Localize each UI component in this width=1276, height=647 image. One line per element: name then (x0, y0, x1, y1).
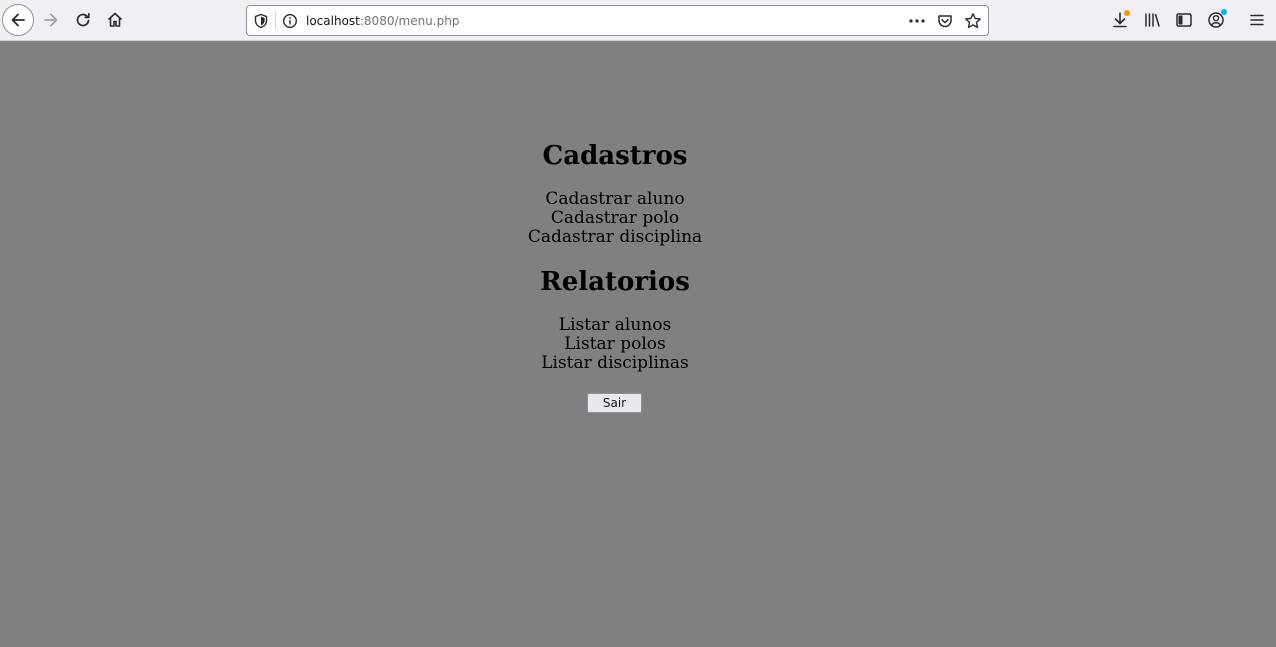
url-separator (275, 12, 276, 30)
back-button[interactable] (2, 4, 34, 36)
link-cadastrar-polo[interactable]: Cadastrar polo (0, 209, 1230, 228)
cadastros-heading: Cadastros (542, 141, 688, 171)
hamburger-menu-icon (1250, 14, 1264, 26)
home-button[interactable] (100, 5, 130, 35)
link-listar-polos[interactable]: Listar polos (0, 335, 1230, 354)
pocket-button[interactable] (936, 12, 954, 30)
browser-toolbar: localhost:8080/menu.php (0, 0, 1276, 41)
page-content: Cadastros Cadastrar aluno Cadastrar polo… (0, 41, 1276, 647)
link-cadastrar-disciplina[interactable]: Cadastrar disciplina (0, 228, 1230, 247)
sidebar-icon (1176, 13, 1192, 27)
downloads-button[interactable] (1108, 8, 1132, 32)
reload-icon (76, 12, 90, 27)
more-dots-icon (909, 19, 925, 23)
info-icon (282, 13, 298, 29)
site-info-button[interactable] (281, 12, 299, 30)
url-host: localhost (306, 14, 360, 28)
forward-button[interactable] (36, 5, 66, 35)
tracking-protection-button[interactable] (252, 12, 270, 30)
bookmark-star-icon (965, 13, 981, 29)
url-text[interactable]: localhost:8080/menu.php (306, 13, 459, 29)
url-bar[interactable]: localhost:8080/menu.php (246, 5, 989, 36)
account-button[interactable] (1204, 8, 1228, 32)
link-listar-disciplinas[interactable]: Listar disciplinas (0, 354, 1230, 373)
home-icon (107, 12, 123, 27)
page-actions-button[interactable] (908, 12, 926, 30)
pocket-icon (938, 15, 952, 28)
logout-button[interactable]: Sair (587, 393, 642, 413)
back-arrow-icon (11, 13, 25, 27)
reload-button[interactable] (68, 5, 98, 35)
shield-icon (254, 13, 268, 29)
forward-arrow-icon (44, 13, 58, 27)
link-cadastrar-aluno[interactable]: Cadastrar aluno (0, 190, 1230, 209)
account-badge (1221, 9, 1227, 15)
app-menu-button[interactable] (1245, 8, 1269, 32)
bookmark-button[interactable] (964, 12, 982, 30)
download-badge (1124, 10, 1130, 16)
library-button[interactable] (1140, 8, 1164, 32)
link-listar-alunos[interactable]: Listar alunos (0, 316, 1230, 335)
url-path: :8080/menu.php (359, 14, 460, 28)
relatorios-heading: Relatorios (540, 267, 690, 297)
library-icon (1145, 13, 1160, 27)
sidebar-button[interactable] (1172, 8, 1196, 32)
